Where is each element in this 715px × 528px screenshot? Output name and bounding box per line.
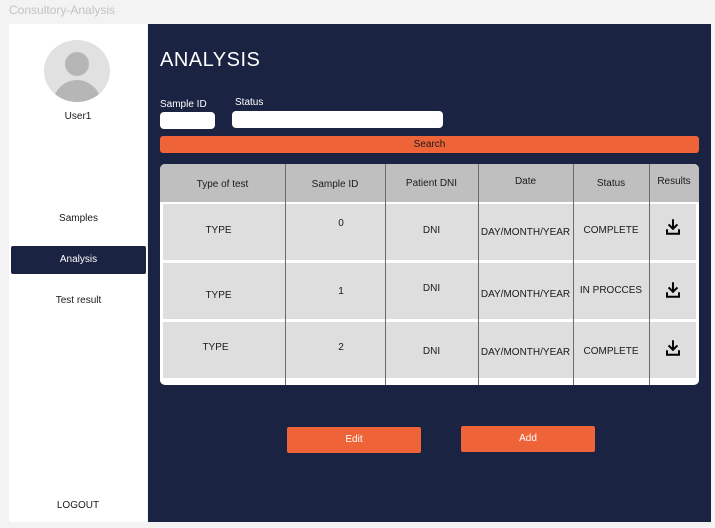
column-header-date: Date xyxy=(514,176,537,187)
column-divider xyxy=(385,164,386,385)
cell-status: COMPLETE xyxy=(583,225,639,236)
avatar-body-icon xyxy=(53,80,101,102)
column-header-patient-dni: Patient DNI xyxy=(405,178,458,189)
main-panel: ANALYSIS Sample ID Status Search Type of… xyxy=(148,24,711,522)
search-button[interactable]: Search xyxy=(160,136,699,153)
cell-type: TYPE xyxy=(202,342,229,353)
sidebar-item-analysis[interactable]: Analysis xyxy=(11,246,146,274)
window-title: Consultory-Analysis xyxy=(9,3,116,17)
column-header-results: Results xyxy=(657,176,691,187)
cell-sample-id: 0 xyxy=(338,218,344,229)
table-row: TYPE 1 DNI DAY/MONTH/YEAR IN PROCCES xyxy=(163,263,696,319)
cell-date: DAY/MONTH/YEAR xyxy=(480,227,571,238)
cell-type: TYPE xyxy=(205,225,232,236)
analysis-table: Type of test Sample ID Patient DNI Date … xyxy=(160,164,699,385)
cell-dni: DNI xyxy=(422,346,441,357)
cell-date: DAY/MONTH/YEAR xyxy=(480,347,571,358)
avatar xyxy=(44,40,110,102)
table-header: Type of test Sample ID Patient DNI Date … xyxy=(160,164,699,202)
sidebar-item-test-result[interactable]: Test result xyxy=(11,287,146,315)
column-divider xyxy=(573,164,574,385)
cell-date: DAY/MONTH/YEAR xyxy=(480,289,571,300)
cell-status: COMPLETE xyxy=(583,346,639,357)
cell-type: TYPE xyxy=(205,290,232,301)
download-icon[interactable] xyxy=(664,218,682,236)
status-label: Status xyxy=(235,97,264,108)
column-header-type: Type of test xyxy=(196,179,249,190)
download-icon[interactable] xyxy=(664,339,682,357)
sample-id-label: Sample ID xyxy=(160,99,207,110)
cell-dni: DNI xyxy=(422,225,441,236)
avatar-head-icon xyxy=(65,52,89,76)
table-row: TYPE 2 DNI DAY/MONTH/YEAR COMPLETE xyxy=(163,322,696,378)
logout-button[interactable]: LOGOUT xyxy=(9,500,147,511)
edit-button[interactable]: Edit xyxy=(287,427,421,453)
table-row: TYPE 0 DNI DAY/MONTH/YEAR COMPLETE xyxy=(163,204,696,260)
cell-status: IN PROCCES xyxy=(579,285,643,296)
column-header-status: Status xyxy=(596,178,626,189)
username: User1 xyxy=(64,111,92,122)
sidebar-item-samples[interactable]: Samples xyxy=(11,205,146,233)
column-divider xyxy=(478,164,479,385)
status-input[interactable] xyxy=(232,111,443,128)
column-header-sample-id: Sample ID xyxy=(311,179,359,190)
add-button[interactable]: Add xyxy=(461,426,595,452)
cell-sample-id: 2 xyxy=(338,342,344,353)
download-icon[interactable] xyxy=(664,281,682,299)
column-divider xyxy=(285,164,286,385)
cell-dni: DNI xyxy=(422,283,441,294)
cell-sample-id: 1 xyxy=(338,286,344,297)
sample-id-input[interactable] xyxy=(160,112,215,129)
sidebar: User1 Samples Analysis Test result LOGOU… xyxy=(9,24,147,522)
column-divider xyxy=(649,164,650,385)
page-title: ANALYSIS xyxy=(160,49,261,71)
